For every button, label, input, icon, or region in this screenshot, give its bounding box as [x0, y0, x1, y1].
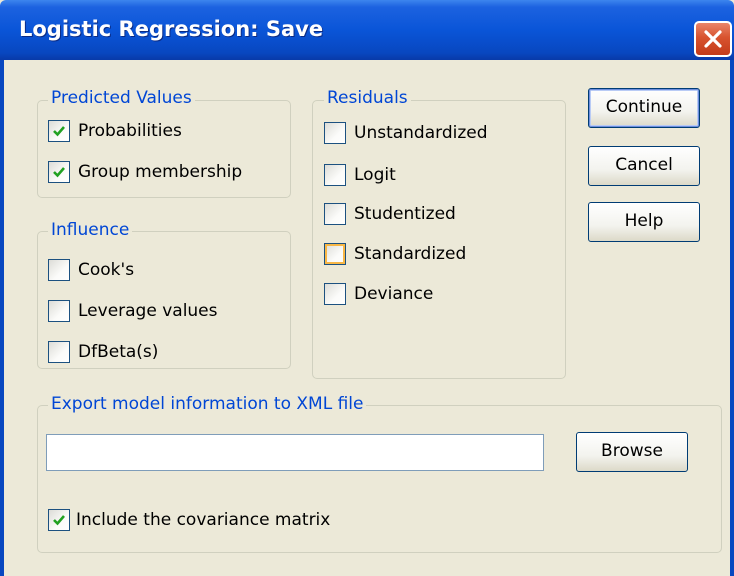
predicted-values-group [37, 100, 291, 198]
covariance-matrix-label: Include the covariance matrix [76, 510, 331, 530]
checkbox-box[interactable] [48, 300, 70, 322]
standardized-label: Standardized [354, 244, 467, 264]
checkmark-icon [53, 126, 65, 137]
checkbox-box[interactable] [48, 161, 70, 183]
checkbox-box[interactable] [48, 259, 70, 281]
checkmark-icon [53, 515, 65, 526]
checkbox-box[interactable] [48, 509, 70, 531]
help-button[interactable]: Help [588, 202, 700, 242]
close-icon [704, 30, 722, 48]
leverage-values-label: Leverage values [78, 301, 218, 321]
checkbox-box[interactable] [324, 122, 346, 144]
close-button[interactable] [694, 21, 732, 57]
checkbox-box[interactable] [324, 283, 346, 305]
window-frame-left [0, 60, 4, 576]
window-frame-right [730, 60, 734, 576]
export-legend: Export model information to XML file [48, 394, 367, 414]
checkbox-box[interactable] [324, 164, 346, 186]
checkbox-box[interactable] [48, 120, 70, 142]
studentized-label: Studentized [354, 204, 456, 224]
checkmark-icon [53, 167, 65, 178]
influence-legend: Influence [48, 220, 133, 240]
cooks-label: Cook's [78, 260, 135, 280]
deviance-label: Deviance [354, 284, 434, 304]
cancel-button[interactable]: Cancel [588, 146, 700, 186]
residuals-legend: Residuals [324, 88, 411, 108]
logit-label: Logit [354, 165, 396, 185]
predicted-values-legend: Predicted Values [48, 88, 195, 108]
checkbox-box[interactable] [48, 341, 70, 363]
dfbetas-label: DfBeta(s) [78, 342, 159, 362]
unstandardized-label: Unstandardized [354, 123, 488, 143]
window-title: Logistic Regression: Save [19, 17, 324, 41]
checkbox-box[interactable] [324, 243, 346, 265]
xml-file-input[interactable] [46, 434, 544, 471]
probabilities-label: Probabilities [78, 121, 182, 141]
continue-button[interactable]: Continue [588, 88, 700, 128]
browse-button[interactable]: Browse [576, 432, 688, 472]
group-membership-label: Group membership [78, 162, 243, 182]
title-bar[interactable]: Logistic Regression: Save [0, 0, 734, 60]
checkbox-box[interactable] [324, 203, 346, 225]
